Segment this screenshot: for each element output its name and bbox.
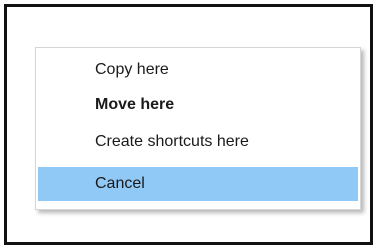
menu-item-label: Create shortcuts here [95, 133, 249, 150]
menu-item-label: Cancel [95, 175, 145, 192]
menu-item-cancel[interactable]: Cancel [38, 167, 358, 201]
menu-item-move-here[interactable]: Move here [38, 88, 358, 122]
drag-drop-context-menu: Copy here Move here Create shortcuts her… [35, 47, 361, 210]
menu-item-label: Move here [95, 96, 175, 113]
menu-item-copy-here[interactable]: Copy here [38, 53, 358, 87]
menu-item-create-shortcuts-here[interactable]: Create shortcuts here [38, 125, 358, 159]
menu-item-label: Copy here [95, 61, 169, 78]
